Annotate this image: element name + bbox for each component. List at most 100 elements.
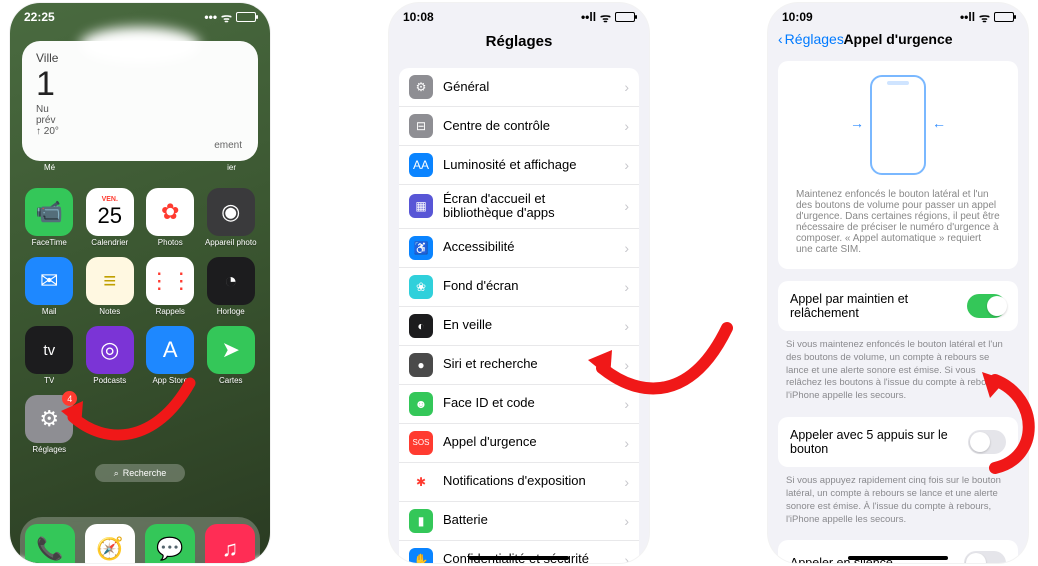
footer-five: Si vous appuyez rapidement cinq fois sur… <box>768 471 1028 528</box>
app-label: Podcasts <box>93 376 126 385</box>
app-label: Photos <box>158 238 183 247</box>
settings-row-battery[interactable]: ▮Batterie› <box>399 502 639 541</box>
app-rglages[interactable]: ⚙4Réglages <box>22 395 77 454</box>
settings-row-siri[interactable]: ●Siri et recherche› <box>399 346 639 385</box>
status-bar: 22:25 ••• ᯤ <box>10 3 270 27</box>
phone-settings: 10:08 ••ll ᯤ Réglages ⚙Général›⊟Centre d… <box>389 3 649 563</box>
app-podcasts[interactable]: ◎ Podcasts <box>83 326 138 385</box>
phone-home: 22:25 ••• ᯤ Ville 1 Nu prév ↑ 20° ement … <box>10 3 270 563</box>
accessibility-icon: ♿ <box>409 236 433 260</box>
status-right: ••ll ᯤ <box>960 9 1014 26</box>
chevron-right-icon: › <box>624 552 629 563</box>
general-icon: ⚙ <box>409 75 433 99</box>
weather-widget[interactable]: Ville 1 Nu prév ↑ 20° ement <box>22 41 258 161</box>
control-center-icon: ⊟ <box>409 114 433 138</box>
settings-row-sos[interactable]: SOSAppel d'urgence› <box>399 424 639 463</box>
battery-icon <box>994 12 1014 22</box>
app-facetime[interactable]: 📹FaceTime <box>22 188 77 247</box>
phone-sos: 10:09 ••ll ᯤ ‹ Réglages Appel d'urgence … <box>768 3 1028 563</box>
settings-row-wallpaper[interactable]: ❀Fond d'écran› <box>399 268 639 307</box>
app-label: TV <box>44 376 54 385</box>
chevron-right-icon: › <box>624 318 629 334</box>
chevron-right-icon: › <box>624 474 629 490</box>
app-label: Réglages <box>32 445 66 454</box>
dock-safari[interactable]: 🧭 <box>85 524 135 563</box>
settings-group-1: ⚙Général›⊟Centre de contrôle›AALuminosit… <box>399 68 639 563</box>
siri-icon: ● <box>409 353 433 377</box>
row-label: En veille <box>443 318 614 332</box>
row-five-press[interactable]: Appeler avec 5 appuis sur le bouton <box>778 417 1018 467</box>
dock-messages[interactable]: 💬 <box>145 524 195 563</box>
settings-row-accessibility[interactable]: ♿Accessibilité› <box>399 229 639 268</box>
signal-icon: ••ll <box>581 10 596 24</box>
app-calendrier[interactable]: VEN.25Calendrier <box>83 188 138 247</box>
settings-row-faceid[interactable]: ☻Face ID et code› <box>399 385 639 424</box>
wifi-icon: ᯤ <box>979 9 990 26</box>
back-button[interactable]: ‹ Réglages <box>778 31 844 47</box>
phone-outline-icon <box>870 75 926 175</box>
home-screen-icon: ▦ <box>409 194 433 218</box>
chevron-right-icon: › <box>624 396 629 412</box>
dock-phone[interactable]: 📞 <box>25 524 75 563</box>
chevron-right-icon: › <box>624 79 629 95</box>
status-bar: 10:09 ••ll ᯤ <box>768 3 1028 27</box>
app-tv[interactable]: tv TV <box>22 326 77 385</box>
row-label: Luminosité et affichage <box>443 158 614 172</box>
app-icon: tv <box>25 326 73 374</box>
dock-music[interactable]: ♫ <box>205 524 255 563</box>
nav-bar: ‹ Réglages Appel d'urgence <box>768 27 1028 53</box>
row-label: Accessibilité <box>443 240 614 254</box>
home-indicator[interactable] <box>848 556 948 560</box>
dock: 📞 🧭 💬 ♫ <box>20 517 260 563</box>
row-label: Fond d'écran <box>443 279 614 293</box>
settings-row-display[interactable]: AA Luminosité et affichage › <box>399 146 639 185</box>
app-notes[interactable]: ≡Notes <box>83 257 138 316</box>
app-grid: 📹FaceTimeVEN.25Calendrier✿ Photos ◉Apparei… <box>22 188 258 454</box>
search-pill[interactable]: ⌕ Recherche <box>95 464 185 482</box>
settings-row-home-screen[interactable]: ▦Écran d'accueil et bibliothèque d'apps› <box>399 185 639 229</box>
toggle-five-press[interactable] <box>968 430 1006 454</box>
app-cartes[interactable]: ➤Cartes <box>204 326 259 385</box>
app-icon: ◎ <box>86 326 134 374</box>
toggle-silent-call[interactable] <box>964 551 1006 563</box>
wifi-icon: ᯤ <box>600 9 611 26</box>
chevron-right-icon: › <box>624 198 629 214</box>
display-icon: AA <box>409 153 433 177</box>
app-icon: A <box>146 326 194 374</box>
row-label: Siri et recherche <box>443 357 614 371</box>
app-appstore[interactable]: AApp Store <box>143 326 198 385</box>
app-appareilphoto[interactable]: ◉Appareil photo <box>204 188 259 247</box>
app-photos[interactable]: ✿ Photos <box>143 188 198 247</box>
status-time: 22:25 <box>24 10 55 24</box>
status-time: 10:09 <box>782 10 813 24</box>
row-label: Batterie <box>443 513 614 527</box>
battery-icon <box>615 12 635 22</box>
row-label: Face ID et code <box>443 396 614 410</box>
status-right: ••ll ᯤ <box>581 9 635 26</box>
status-time: 10:08 <box>403 10 434 24</box>
home-indicator[interactable] <box>469 556 569 560</box>
row-label: Appel d'urgence <box>443 435 614 449</box>
chevron-right-icon: › <box>624 118 629 134</box>
footer-hold: Si vous maintenez enfoncés le bouton lat… <box>768 335 1028 405</box>
app-icon: ✉ <box>25 257 73 305</box>
status-bar: 10:08 ••ll ᯤ <box>389 3 649 27</box>
settings-row-standby[interactable]: ◐En veille› <box>399 307 639 346</box>
exposure-icon: ✱ <box>409 470 433 494</box>
settings-row-control-center[interactable]: ⊟Centre de contrôle› <box>399 107 639 146</box>
settings-row-general[interactable]: ⚙ Général › <box>399 68 639 107</box>
app-icon: ✿ <box>146 188 194 236</box>
nav-title: Appel d'urgence <box>843 31 952 47</box>
row-hold-release[interactable]: Appel par maintien et relâchement <box>778 281 1018 331</box>
settings-row-exposure[interactable]: ✱Notifications d'exposition› <box>399 463 639 502</box>
app-mail[interactable]: ✉Mail <box>22 257 77 316</box>
chevron-right-icon: › <box>624 279 629 295</box>
chevron-right-icon: › <box>624 157 629 173</box>
app-horloge[interactable]: ◔Horloge <box>204 257 259 316</box>
sos-icon: SOS <box>409 431 433 455</box>
toggle-hold-release[interactable] <box>967 294 1006 318</box>
row-label: Général <box>443 80 614 94</box>
app-icon: 📹 <box>25 188 73 236</box>
app-rappels[interactable]: ⋮⋮Rappels <box>143 257 198 316</box>
arrow-left-icon: ← <box>932 115 946 131</box>
